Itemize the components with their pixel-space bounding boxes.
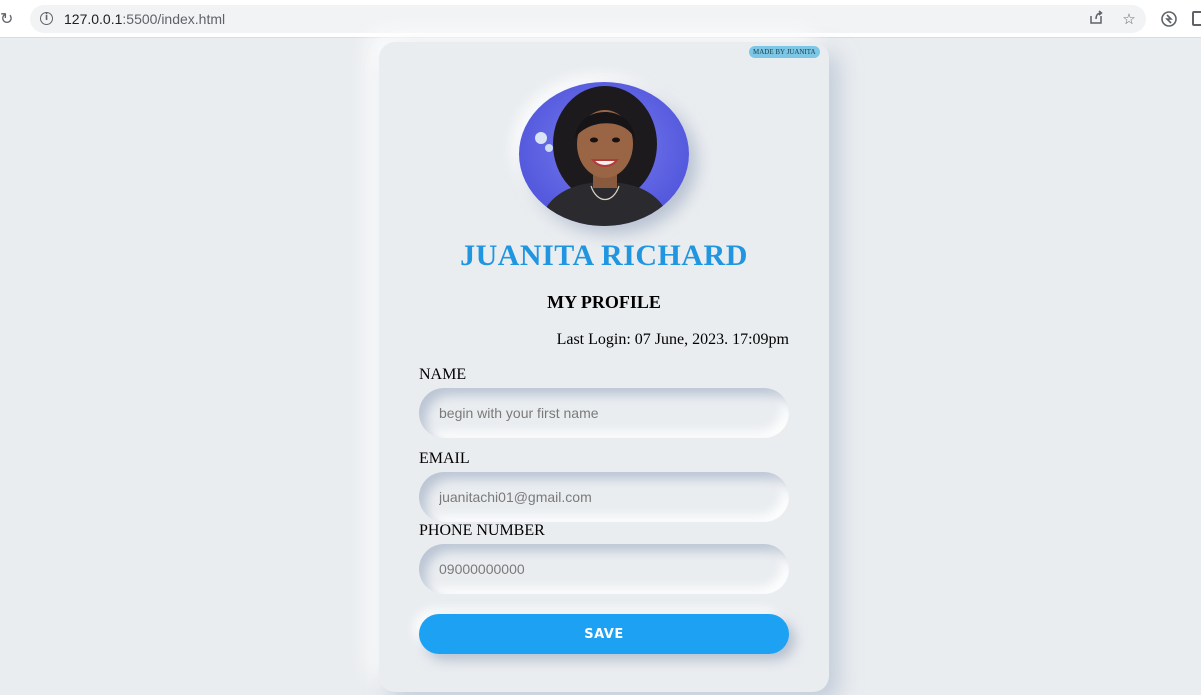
name-label: NAME — [419, 366, 467, 383]
reload-icon[interactable]: ↻ — [0, 10, 16, 28]
browser-toolbar: ↻ i 127.0.0.1:5500/index.html ☆ — [0, 0, 1201, 38]
url-path: :5500/index.html — [122, 11, 226, 27]
extension-icon[interactable] — [1160, 10, 1178, 28]
phone-input[interactable] — [419, 544, 789, 594]
last-login-text: Last Login: 07 June, 2023. 17:09pm — [556, 331, 789, 348]
star-icon[interactable]: ☆ — [1119, 9, 1139, 29]
extension-icon-graphic — [1161, 11, 1177, 27]
url-host: 127.0.0.1 — [64, 11, 123, 27]
profile-card: MADE BY JUANITA JUANITA RICHARD MY PROFI… — [379, 42, 829, 692]
phone-label: PHONE NUMBER — [419, 522, 545, 539]
avatar — [519, 82, 689, 226]
made-by-badge: MADE BY JUANITA — [749, 46, 820, 58]
page-title: MY PROFILE — [547, 292, 661, 312]
info-icon[interactable]: i — [40, 12, 53, 25]
url-text[interactable]: 127.0.0.1:5500/index.html — [64, 10, 225, 28]
profile-name: JUANITA RICHARD — [460, 239, 748, 272]
avatar-image — [519, 82, 689, 226]
email-field[interactable] — [419, 472, 789, 522]
sidepanel-icon[interactable] — [1192, 11, 1201, 26]
address-bar[interactable]: i 127.0.0.1:5500/index.html ☆ — [30, 5, 1146, 33]
name-input[interactable] — [419, 388, 789, 438]
share-icon-graphic — [1090, 10, 1103, 24]
share-icon[interactable] — [1086, 9, 1106, 29]
email-label: EMAIL — [419, 450, 470, 467]
save-button[interactable]: SAVE — [419, 614, 789, 654]
